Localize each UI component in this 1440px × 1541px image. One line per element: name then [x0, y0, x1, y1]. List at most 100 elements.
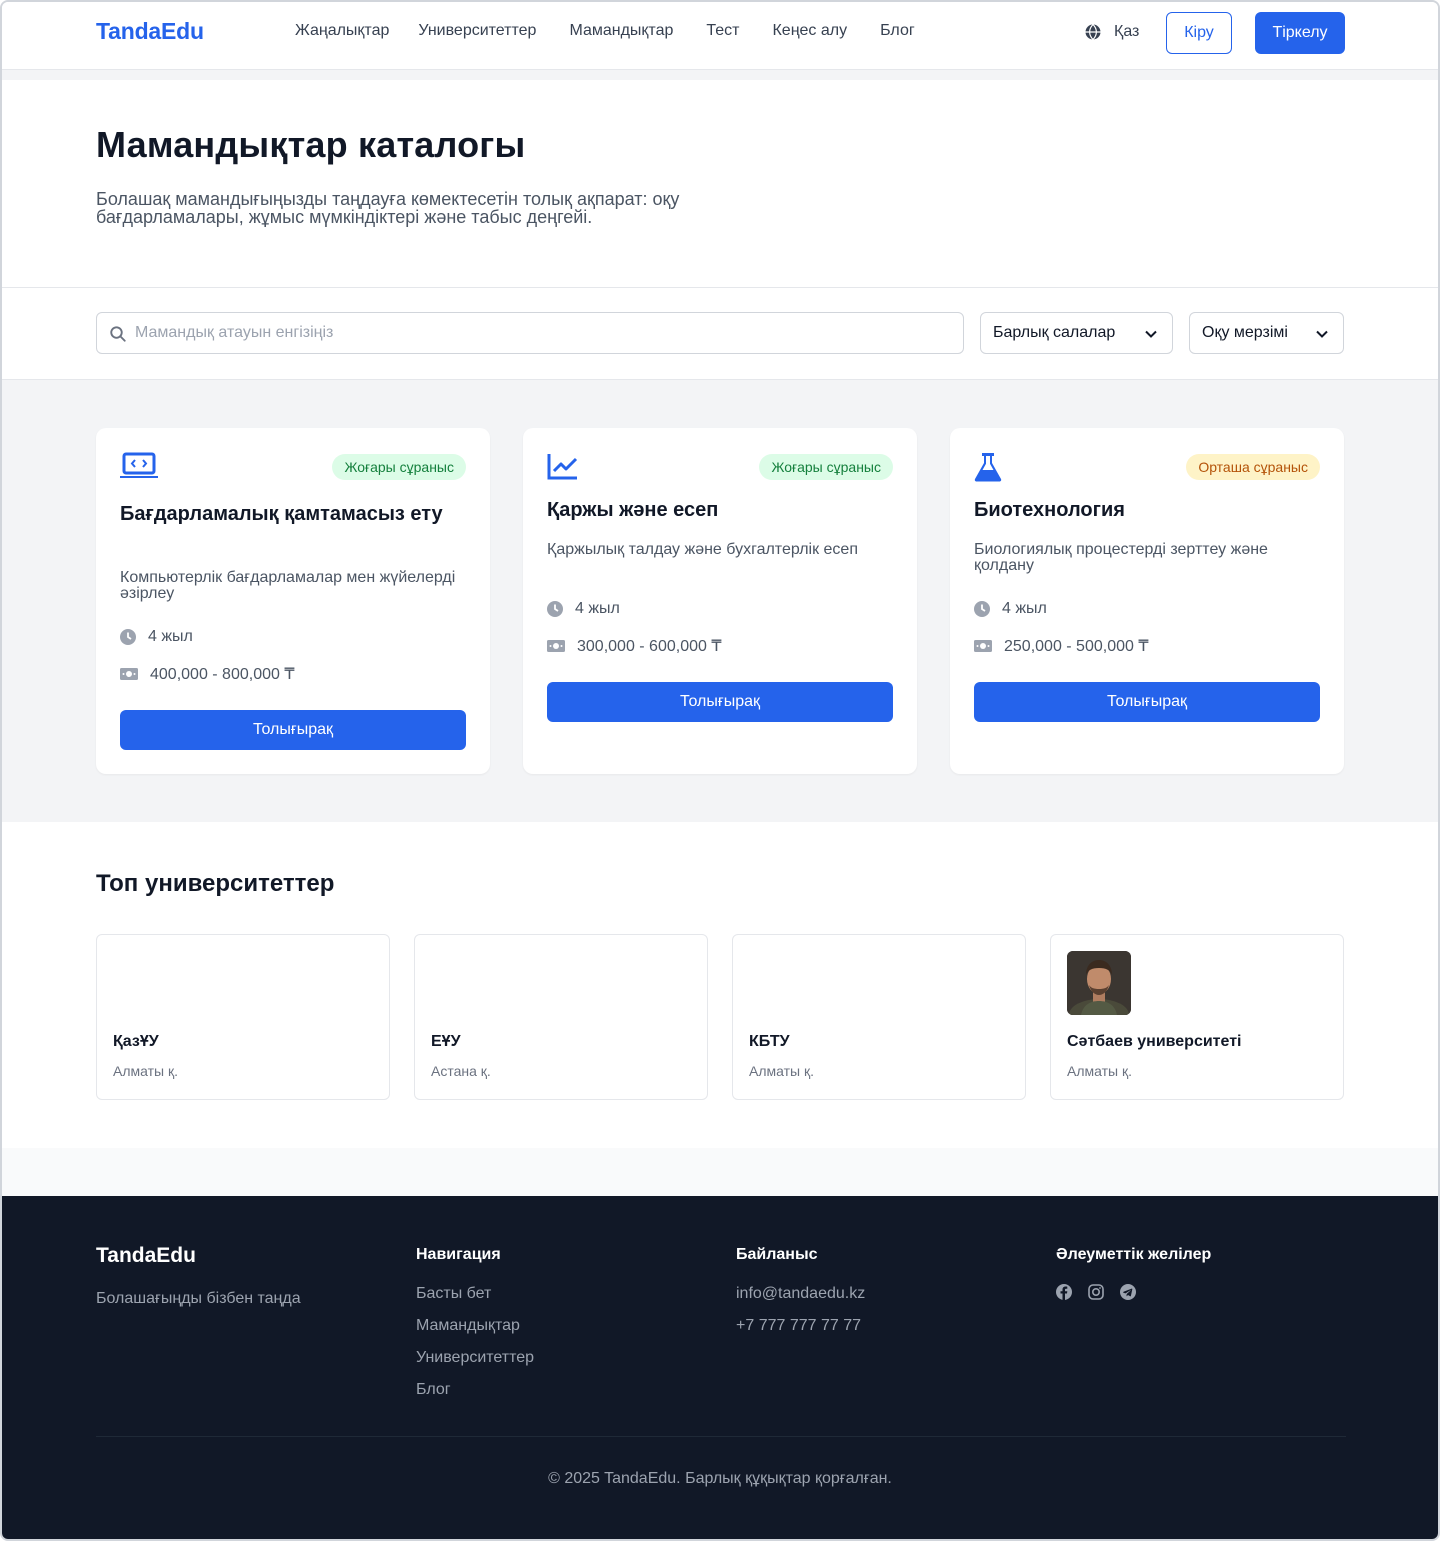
salary-value: 250,000 - 500,000 ₸ [1004, 638, 1149, 655]
specialty-card: Жоғары сұраныс Қаржы және есеп Қаржылық … [523, 428, 917, 774]
salary-value: 300,000 - 600,000 ₸ [577, 638, 722, 655]
clock-icon [974, 601, 990, 617]
copyright: © 2025 TandaEdu. Барлық құқықтар қорғалғ… [548, 1470, 892, 1487]
chevron-down-icon [1145, 330, 1157, 338]
site-footer: TandaEdu Болашағыңды бізбен таңда Навига… [2, 1196, 1438, 1539]
details-button[interactable]: Толығырақ [974, 682, 1320, 722]
top-header: TandaEdu Жаңалықтар Университеттер Маман… [2, 2, 1438, 70]
chevron-down-icon [1316, 330, 1328, 338]
specialty-title: Биотехнология [974, 499, 1125, 521]
clock-icon [547, 601, 563, 617]
duration-row: 4 жыл [120, 628, 193, 646]
instagram-icon[interactable] [1088, 1284, 1104, 1300]
duration-value: 4 жыл [1002, 600, 1047, 617]
specialty-description: Биологиялық процестерді зерттеу және қол… [974, 541, 1268, 574]
duration-row: 4 жыл [547, 600, 620, 618]
chart-line-icon [547, 454, 578, 480]
salary-row: 400,000 - 800,000 ₸ [120, 664, 295, 684]
footer-contact: Байланыс info@tandaedu.kz +7 777 777 77 … [736, 1246, 865, 1348]
demand-badge: Жоғары сұраныс [332, 454, 466, 480]
specialties-grid: Жоғары сұраныс Бағдарламалық қамтамасыз … [2, 380, 1438, 822]
university-card[interactable]: ЕҰУ Астана қ. [414, 934, 708, 1100]
language-switcher[interactable]: Қаз [1084, 23, 1139, 41]
page-subtitle: Болашақ мамандығыңызды таңдауға көмектес… [96, 189, 680, 227]
footer-nav-title: Навигация [416, 1246, 501, 1263]
footer-contact-title: Байланыс [736, 1246, 818, 1263]
footer-link-universities[interactable]: Университеттер [416, 1348, 534, 1368]
university-name: КБТУ [749, 1033, 790, 1050]
login-button[interactable]: Кіру [1166, 12, 1232, 54]
footer-logo[interactable]: TandaEdu [96, 1244, 196, 1268]
specialty-card: Жоғары сұраныс Бағдарламалық қамтамасыз … [96, 428, 490, 774]
university-card[interactable]: Сәтбаев университеті Алматы қ. [1050, 934, 1344, 1100]
salary-row: 250,000 - 500,000 ₸ [974, 636, 1149, 656]
money-icon [547, 640, 565, 652]
footer-link-specialties[interactable]: Мамандықтар [416, 1316, 534, 1336]
main-nav: Жаңалықтар Университеттер Мамандықтар Те… [295, 22, 915, 40]
top-universities-section: Топ университеттер ҚазҰУ Алматы қ. ЕҰУ А… [2, 822, 1438, 1148]
details-button[interactable]: Толығырақ [120, 710, 466, 750]
footer-divider [96, 1436, 1346, 1437]
university-photo [1067, 951, 1131, 1015]
specialty-description: Қаржылық талдау және бухгалтерлік есеп [547, 541, 858, 558]
hero-section: Мамандықтар каталогы Болашақ мамандығыңы… [2, 80, 1438, 288]
university-city: Алматы қ. [749, 1063, 814, 1079]
footer-tagline: Болашағыңды бізбен таңда [96, 1290, 301, 1307]
footer-link-blog[interactable]: Блог [416, 1380, 534, 1400]
nav-blog[interactable]: Блог [880, 22, 915, 40]
search-input[interactable] [135, 313, 955, 353]
search-box [96, 312, 964, 354]
university-name: ҚазҰУ [113, 1033, 159, 1050]
field-select[interactable]: Барлық салалар [980, 312, 1173, 354]
specialty-title: Бағдарламалық қамтамасыз ету [120, 503, 443, 525]
register-button[interactable]: Тіркелу [1255, 12, 1345, 54]
nav-universities[interactable]: Университеттер [418, 22, 536, 40]
page-title: Мамандықтар каталогы [96, 124, 526, 165]
logo[interactable]: TandaEdu [96, 18, 204, 45]
specialty-card: Орташа сұраныс Биотехнология Биологиялық… [950, 428, 1344, 774]
university-city: Алматы қ. [1067, 1063, 1132, 1079]
globe-icon [1085, 24, 1101, 40]
university-city: Астана қ. [431, 1063, 491, 1079]
footer-social-title: Әлеуметтік желілер [1056, 1246, 1212, 1263]
section-gap [2, 1148, 1438, 1196]
nav-news[interactable]: Жаңалықтар [295, 22, 389, 40]
specialty-title: Қаржы және есеп [547, 499, 719, 521]
flask-icon [974, 453, 1002, 482]
salary-value: 400,000 - 800,000 ₸ [150, 666, 295, 683]
duration-select-value: Оқу мерзімі [1202, 324, 1288, 341]
facebook-icon[interactable] [1056, 1284, 1072, 1300]
money-icon [974, 640, 992, 652]
university-city: Алматы қ. [113, 1063, 178, 1079]
demand-badge: Жоғары сұраныс [759, 454, 893, 480]
footer-link-home[interactable]: Басты бет [416, 1284, 534, 1304]
university-card[interactable]: ҚазҰУ Алматы қ. [96, 934, 390, 1100]
salary-row: 300,000 - 600,000 ₸ [547, 636, 722, 656]
nav-consult[interactable]: Кеңес алу [772, 22, 847, 40]
nav-specialties[interactable]: Мамандықтар [569, 22, 673, 40]
university-name: Сәтбаев университеті [1067, 1033, 1242, 1050]
clock-icon [120, 629, 136, 645]
telegram-icon[interactable] [1120, 1284, 1136, 1300]
university-card[interactable]: КБТУ Алматы қ. [732, 934, 1026, 1100]
laptop-code-icon [120, 452, 158, 478]
demand-badge: Орташа сұраныс [1186, 454, 1320, 480]
footer-socials: Әлеуметтік желілер [1056, 1246, 1211, 1300]
contact-email[interactable]: info@tandaedu.kz [736, 1284, 865, 1304]
field-select-value: Барлық салалар [993, 324, 1116, 341]
duration-value: 4 жыл [575, 600, 620, 617]
nav-test[interactable]: Тест [706, 22, 739, 40]
duration-select[interactable]: Оқу мерзімі [1189, 312, 1344, 354]
footer-navigation: Навигация Басты бет Мамандықтар Универси… [416, 1246, 534, 1412]
header-gap [2, 70, 1438, 80]
search-icon [110, 326, 126, 342]
contact-phone[interactable]: +7 777 777 77 77 [736, 1316, 865, 1336]
filter-bar: Барлық салалар Оқу мерзімі [2, 288, 1438, 380]
section-title: Топ университеттер [96, 870, 335, 897]
details-button[interactable]: Толығырақ [547, 682, 893, 722]
specialty-description: Компьютерлік бағдарламалар мен жүйелерді… [120, 569, 456, 602]
university-name: ЕҰУ [431, 1033, 461, 1050]
money-icon [120, 668, 138, 680]
page: TandaEdu Жаңалықтар Университеттер Маман… [0, 0, 1440, 1541]
language-label: Қаз [1114, 23, 1140, 40]
